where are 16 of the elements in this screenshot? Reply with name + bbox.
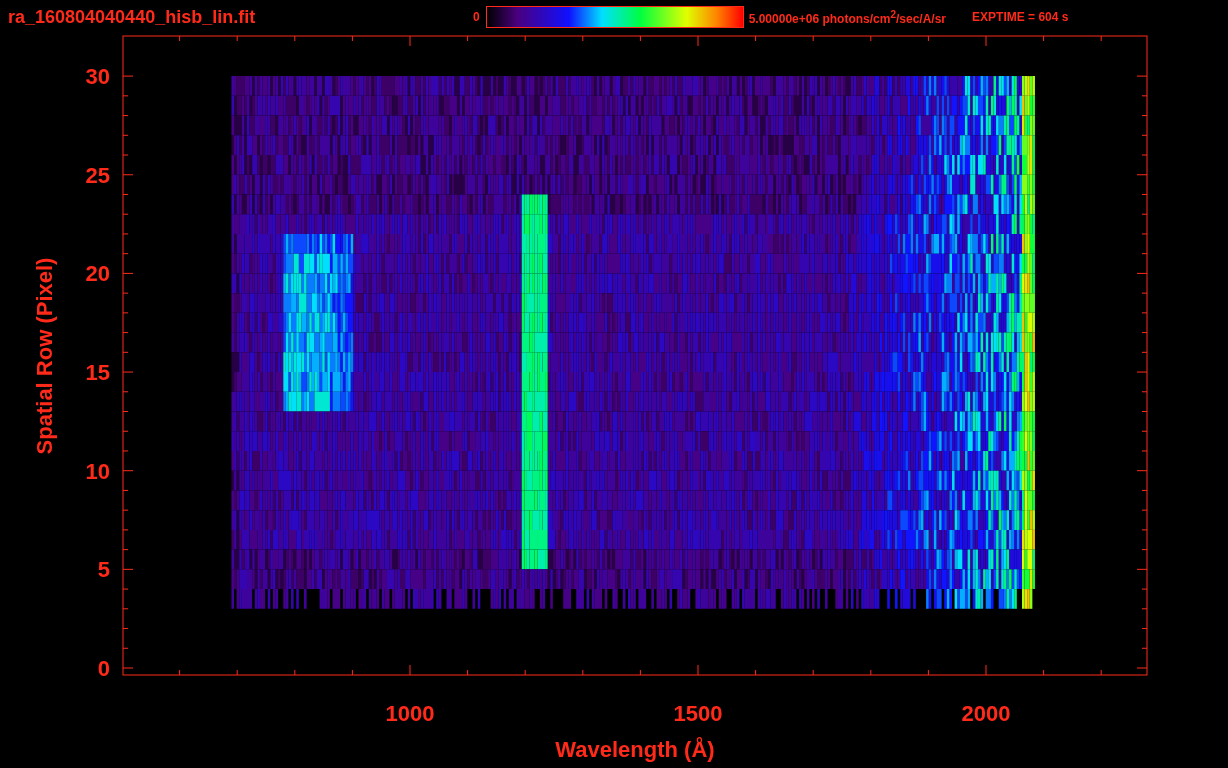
y-tick-label: 15 [85, 360, 110, 386]
exposure-time: EXPTIME = 604 s [972, 10, 1069, 24]
colorbar-min-label: 0 [473, 10, 480, 24]
y-tick-label: 5 [97, 557, 110, 583]
x-tick-label: 2000 [961, 701, 1011, 726]
colorbar-max-label: 5.00000e+06 photons/cm$^{2}$/sec/A/sr [748, 8, 947, 26]
x-axis-label: Wavelength (Å) [555, 737, 715, 762]
x-tick-label: 1000 [385, 701, 435, 726]
y-axis-label: Spatial Row (Pixel) [32, 257, 57, 455]
y-tick-label: 0 [97, 656, 110, 681]
y-tick-label: 10 [85, 458, 110, 484]
y-tick-label: 30 [85, 64, 110, 90]
y-tick-label: 20 [85, 261, 110, 287]
x-tick-label: 1500 [673, 701, 723, 726]
file-title: ra_160804040440_hisb_lin.fit [8, 6, 257, 28]
y-tick-label: 25 [85, 162, 110, 188]
